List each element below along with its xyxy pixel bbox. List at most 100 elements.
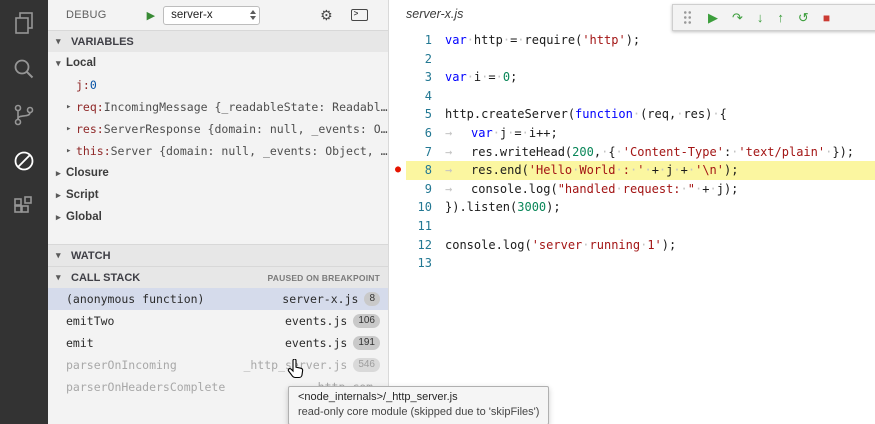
gear-icon[interactable]: ⚙ [320,7,333,24]
frame-location: _http_server.js546 [243,358,380,372]
call-stack-list: (anonymous function)server-x.js8emitTwoe… [48,288,388,398]
debug-icon[interactable] [0,138,48,184]
stack-frame[interactable]: parserOnIncoming _http_server.js546 [48,354,388,376]
scope-label: Script [66,189,99,201]
frame-file-name: events.js [285,314,347,328]
variable-res[interactable]: ▸res: ServerResponse {domain: null, _eve… [48,118,388,140]
line-number: 10 [406,198,445,217]
frame-location: events.js191 [285,336,380,350]
glyph-margin[interactable] [390,31,406,50]
step-over-button[interactable]: ↷ [732,11,743,24]
code-line-13[interactable]: 13 [390,254,875,273]
glyph-margin[interactable] [390,68,406,87]
tooltip-path: <node_internals>/_http_server.js [298,390,539,405]
scope-label: Global [66,211,102,223]
variables-tree: ▾Localj: 0▸req: IncomingMessage {_readab… [48,52,388,228]
frame-function-name: parserOnIncoming [66,358,177,372]
stack-frame[interactable]: (anonymous function)server-x.js8 [48,288,388,310]
code-line-2[interactable]: 2 [390,50,875,69]
code-line-7[interactable]: 7→res.writeHead(200,·{·'Content-Type':·'… [390,143,875,162]
line-number: 13 [406,254,445,273]
glyph-margin[interactable] [390,236,406,255]
stack-frame[interactable]: emit events.js191 [48,332,388,354]
section-spacer [48,228,388,244]
variable-req[interactable]: ▸req: IncomingMessage {_readableState: R… [48,96,388,118]
step-out-button[interactable]: ↑ [777,11,784,24]
variable-value: ServerResponse {domain: null, _events: O… [104,122,388,136]
scope-closure[interactable]: ▸Closure [48,162,388,184]
glyph-margin[interactable] [390,105,406,124]
code-line-8[interactable]: ●8→res.end('Hello·World·:·'·+·j·+·'\n'); [390,161,875,180]
debug-console-icon[interactable]: > [351,9,368,21]
continue-button[interactable]: ▶ [708,11,718,24]
code-line-5[interactable]: 5http.createServer(function·(req,·res)·{ [390,105,875,124]
variables-section-header[interactable]: ▾ VARIABLES [48,30,388,52]
call-stack-section-header[interactable]: ▾ CALL STACK PAUSED ON BREAKPOINT [48,266,388,288]
scope-label: Closure [66,167,109,179]
glyph-margin[interactable] [390,50,406,69]
glyph-margin[interactable] [390,254,406,273]
glyph-margin[interactable] [390,217,406,236]
variable-name: req: [76,100,104,114]
restart-button[interactable]: ↺ [798,11,809,24]
hand-cursor-icon [287,359,305,384]
watch-section-header[interactable]: ▾ WATCH [48,244,388,266]
twisty-icon: ▸ [66,124,76,134]
debug-sidebar: DEBUG ▶ server-x ⚙ > ▾ VARIABLES ▾Localj… [48,0,389,424]
watch-section-title: WATCH [71,250,111,262]
debug-action-toolbar: ▶ ↷ ↓ ↑ ↺ ■ [672,4,875,31]
variable-this[interactable]: ▸this: Server {domain: null, _events: Ob… [48,140,388,162]
code-line-1[interactable]: 1var·http·=·require('http'); [390,31,875,50]
line-number: 6 [406,124,445,143]
frame-function-name: emitTwo [66,314,114,328]
line-content: }).listen(3000); [445,198,561,217]
glyph-margin[interactable] [390,180,406,199]
twisty-icon: ▸ [56,190,66,201]
editor-tab-title[interactable]: server-x.js [406,7,463,21]
frame-location: events.js106 [285,314,380,328]
scope-local[interactable]: ▾Local [48,52,388,74]
stack-frame[interactable]: emitTwo events.js106 [48,310,388,332]
glyph-margin[interactable] [390,124,406,143]
stop-button[interactable]: ■ [823,12,830,24]
glyph-margin[interactable] [390,143,406,162]
code-line-6[interactable]: 6→var·j·=·i++; [390,124,875,143]
line-number-badge: 191 [353,336,380,350]
code-line-12[interactable]: 12console.log('server·running·1'); [390,236,875,255]
explorer-icon[interactable] [0,0,48,46]
twisty-icon: ▾ [56,36,66,47]
code-line-3[interactable]: 3var·i·=·0; [390,68,875,87]
scope-label: Local [66,57,96,69]
frame-function-name: emit [66,336,94,350]
variable-name: j: [76,78,90,92]
line-number: 3 [406,68,445,87]
line-content: console.log('server·running·1'); [445,236,676,255]
code-line-11[interactable]: 11 [390,217,875,236]
glyph-margin[interactable] [390,87,406,106]
start-debug-icon[interactable]: ▶ [147,9,155,22]
call-stack-tooltip: <node_internals>/_http_server.js read-on… [288,386,549,424]
line-number-badge: 546 [353,358,380,372]
scope-global[interactable]: ▸Global [48,206,388,228]
search-icon[interactable] [0,46,48,92]
scope-script[interactable]: ▸Script [48,184,388,206]
line-number: 4 [406,87,445,106]
code-line-10[interactable]: 10}).listen(3000); [390,198,875,217]
dropdown-stepper-icon [250,10,259,20]
breakpoint-icon[interactable]: ● [390,161,406,180]
source-control-icon[interactable] [0,92,48,138]
code-line-4[interactable]: 4 [390,87,875,106]
code-line-9[interactable]: 9→console.log("handled·request:·"·+·j); [390,180,875,199]
line-number: 11 [406,217,445,236]
extensions-icon[interactable] [0,184,48,230]
drag-handle-icon[interactable] [683,10,692,25]
activity-bar [0,0,48,424]
line-number: 1 [406,31,445,50]
step-into-button[interactable]: ↓ [757,11,764,24]
launch-config-dropdown[interactable]: server-x [163,6,260,25]
glyph-margin[interactable] [390,198,406,217]
variable-j[interactable]: j: 0 [48,74,388,96]
line-content: http.createServer(function·(req,·res)·{ [445,105,727,124]
line-number: 2 [406,50,445,69]
debug-action-buttons: ▶ ↷ ↓ ↑ ↺ ■ [708,11,830,24]
